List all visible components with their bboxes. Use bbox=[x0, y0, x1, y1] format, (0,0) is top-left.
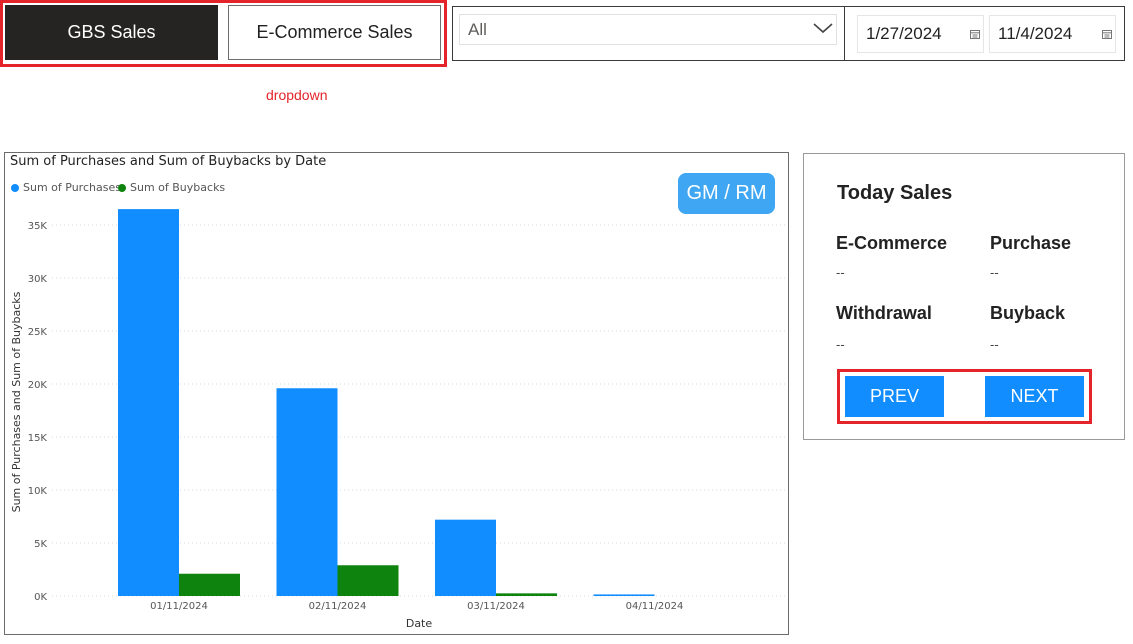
buyback-label: Buyback bbox=[990, 303, 1066, 323]
filter-divider bbox=[844, 7, 845, 60]
end-date-value: 11/4/2024 bbox=[998, 24, 1073, 43]
category-select[interactable]: All bbox=[459, 14, 837, 45]
legend-swatch-buybacks bbox=[118, 183, 126, 192]
withdrawal-label: Withdrawal bbox=[836, 303, 932, 323]
start-date-value: 1/27/2024 bbox=[866, 24, 942, 43]
prev-button[interactable]: PREV bbox=[845, 376, 944, 417]
calendar-icon[interactable] bbox=[970, 29, 980, 39]
legend-label-purchases: Sum of Purchases bbox=[23, 181, 121, 194]
calendar-icon[interactable] bbox=[1102, 29, 1112, 39]
ecommerce-label: E-Commerce bbox=[836, 233, 948, 253]
next-button[interactable]: NEXT bbox=[985, 376, 1084, 417]
category-select-value: All bbox=[468, 19, 487, 39]
buyback-value: -- bbox=[990, 337, 999, 352]
ecommerce-sales-button[interactable]: E-Commerce Sales bbox=[228, 5, 441, 60]
purchase-label: Purchase bbox=[990, 233, 1072, 253]
legend-label-buybacks: Sum of Buybacks bbox=[130, 181, 226, 194]
chart-title: Sum of Purchases and Sum of Buybacks by … bbox=[10, 154, 327, 169]
purchase-value: -- bbox=[990, 265, 999, 280]
legend-swatch-purchases bbox=[11, 183, 19, 192]
chevron-down-icon[interactable] bbox=[812, 20, 834, 36]
dropdown-annotation: dropdown bbox=[266, 87, 328, 103]
end-date-input[interactable]: 11/4/2024 bbox=[989, 15, 1116, 53]
gm-rm-button[interactable]: GM / RM bbox=[678, 173, 775, 214]
gbs-sales-button[interactable]: GBS Sales bbox=[5, 5, 218, 60]
ecommerce-value: -- bbox=[836, 265, 845, 280]
start-date-input[interactable]: 1/27/2024 bbox=[857, 15, 984, 53]
legend-item-purchases: Sum of Purchases bbox=[11, 181, 121, 194]
today-sales-title: Today Sales bbox=[837, 182, 953, 204]
withdrawal-value: -- bbox=[836, 337, 845, 352]
chart-panel bbox=[4, 152, 789, 635]
legend-item-buybacks: Sum of Buybacks bbox=[118, 181, 225, 194]
